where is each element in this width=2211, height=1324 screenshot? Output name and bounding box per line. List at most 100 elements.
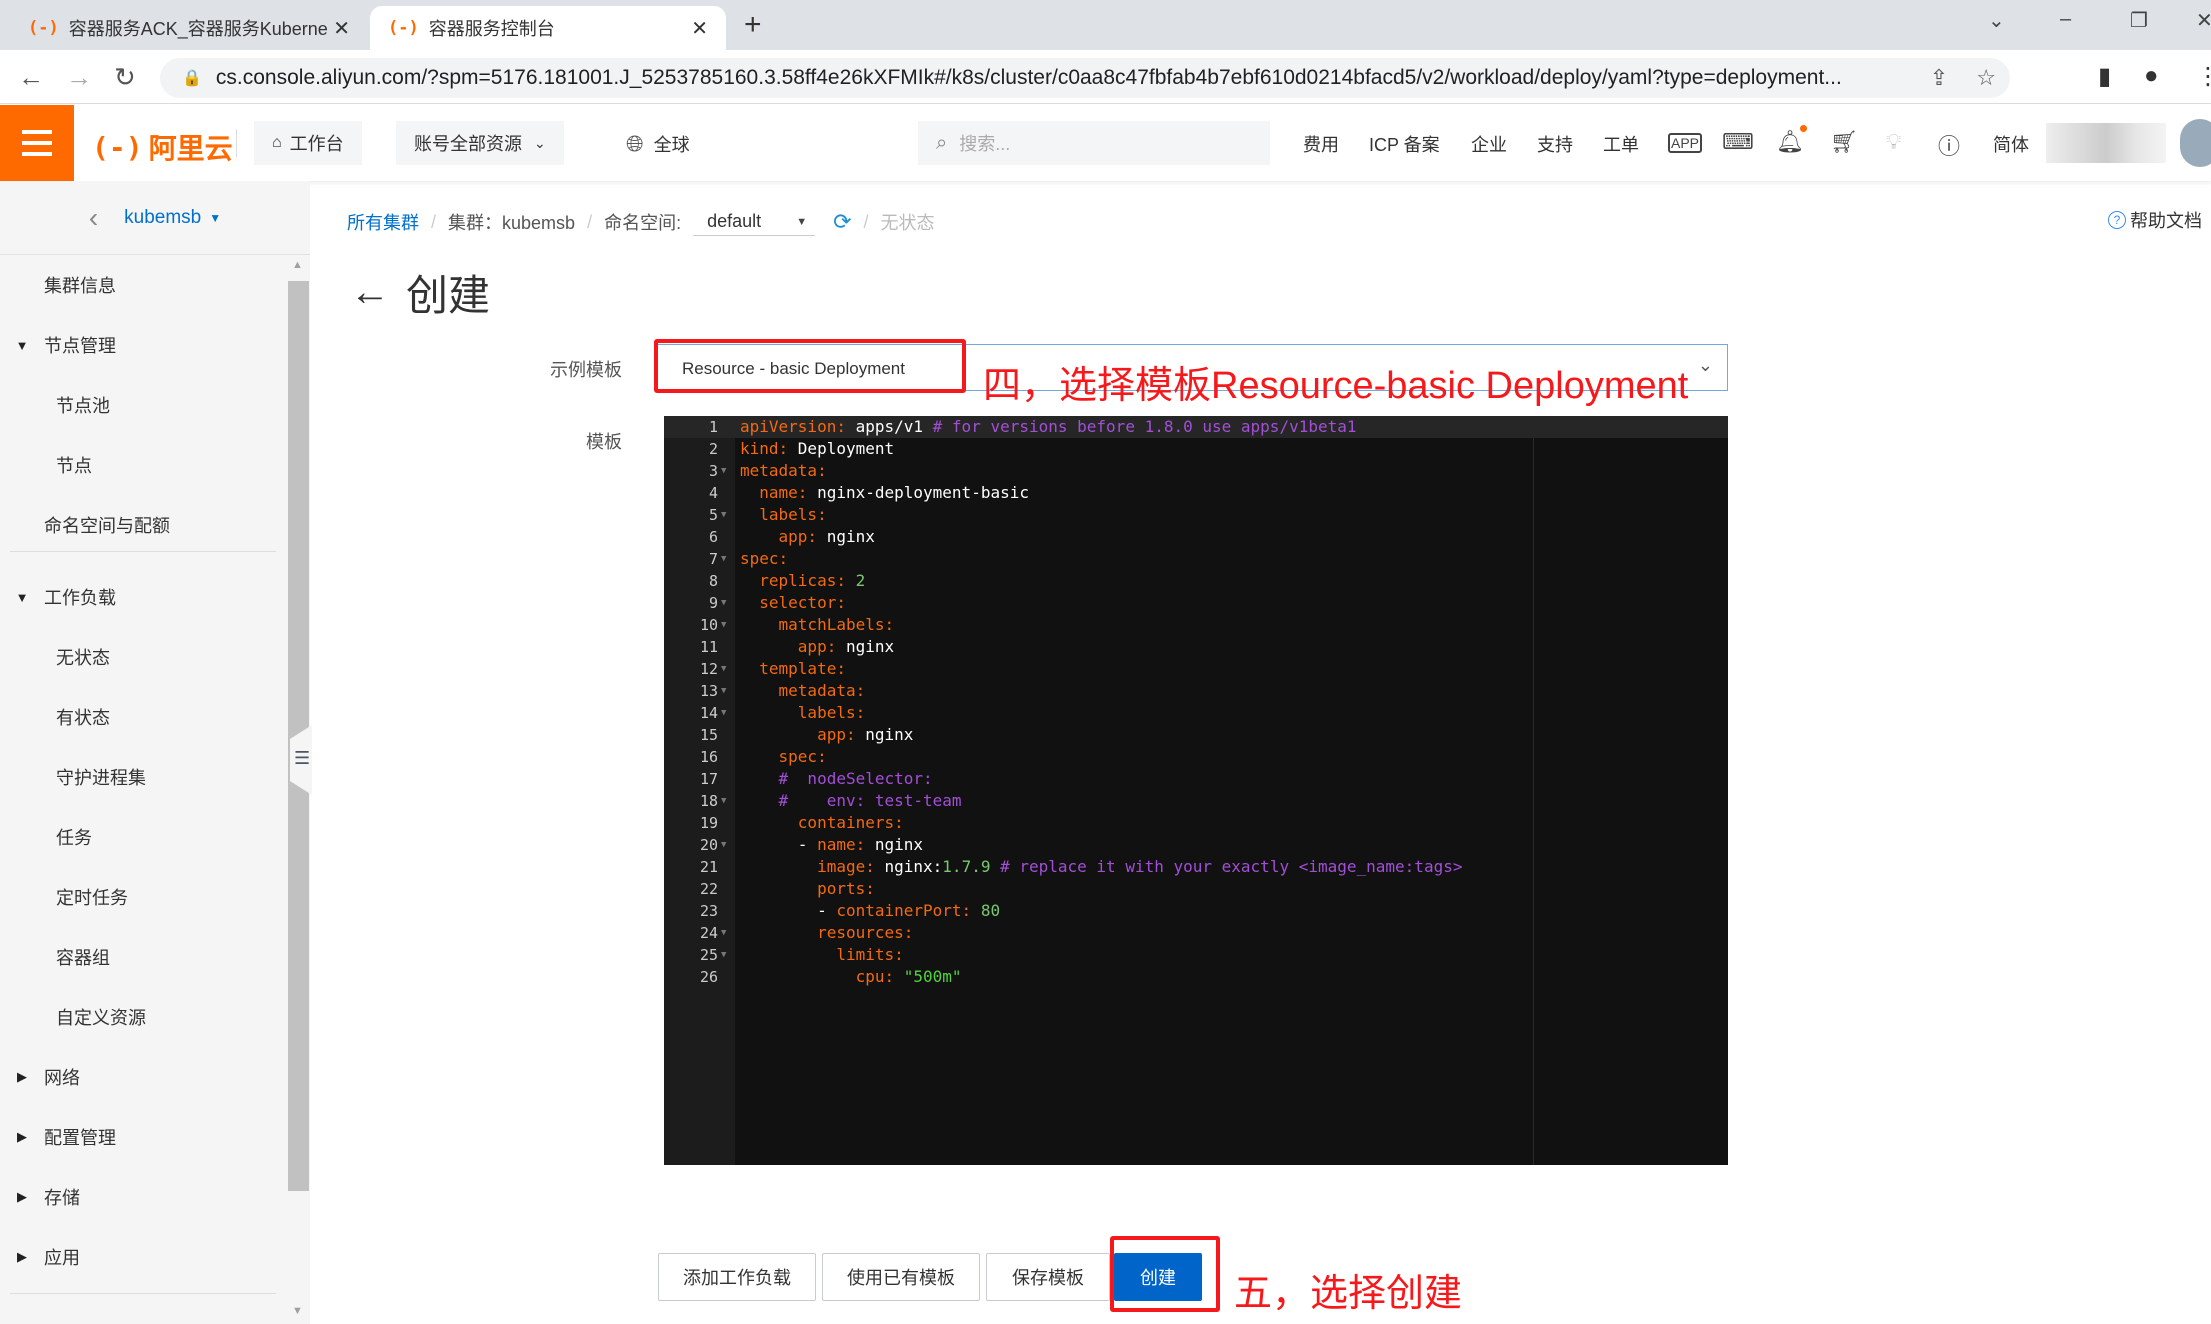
cart-icon[interactable]: 🛒︎	[1830, 129, 1858, 155]
region-selector[interactable]: 🌐︎ 全球	[626, 131, 690, 157]
sidebar-item[interactable]: ▶ 存储	[0, 1181, 80, 1213]
forward-icon[interactable]: →	[66, 62, 92, 93]
search-input[interactable]: ⌕ 搜索...	[918, 121, 1270, 165]
code-line[interactable]: 18 ▼ # env: test-team	[664, 790, 1728, 812]
yaml-editor[interactable]: 1 apiVersion: apps/v1 # for versions befo…	[664, 416, 1728, 1165]
profile-icon[interactable]: ●	[2144, 62, 2159, 90]
code-line[interactable]: 1 apiVersion: apps/v1 # for versions befo…	[664, 416, 1728, 438]
sidebar-item[interactable]: 节点池	[0, 389, 110, 421]
code-line[interactable]: 12 ▼ template:	[664, 658, 1728, 680]
code-line[interactable]: 3 ▼ metadata:	[664, 460, 1728, 482]
help-icon[interactable]: ⓘ	[1938, 129, 1960, 161]
sidebar-item[interactable]: 守护进程集	[0, 761, 146, 793]
avatar[interactable]	[2180, 119, 2211, 167]
account-resources-dropdown[interactable]: 账号全部资源 ⌄	[396, 121, 564, 165]
sidebar-item[interactable]: ▼ 工作负载	[0, 581, 116, 613]
fold-toggle-icon[interactable]: ▼	[721, 702, 726, 724]
lightbulb-icon[interactable]: 💡︎	[1886, 129, 1901, 155]
aliyun-logo[interactable]: (-) 阿里云	[92, 127, 233, 167]
code-line[interactable]: 26 cpu: "500m"	[664, 966, 1728, 988]
code-line[interactable]: 11 app: nginx	[664, 636, 1728, 658]
fold-toggle-icon[interactable]: ▼	[721, 658, 726, 680]
tab-search-icon[interactable]: ⌄	[1988, 8, 2005, 33]
breadcrumb-cluster[interactable]: 集群：kubemsb	[448, 209, 575, 235]
browser-tab-console[interactable]: (-) 容器服务控制台 ✕	[370, 6, 726, 50]
terminal-icon[interactable]: ⌨	[1722, 129, 1754, 155]
sidebar-item[interactable]: 任务	[0, 821, 92, 853]
code-line[interactable]: 6 app: nginx	[664, 526, 1728, 548]
fold-toggle-icon[interactable]: ▼	[721, 504, 726, 526]
code-line[interactable]: 8 replicas: 2	[664, 570, 1728, 592]
bookmark-star-icon[interactable]: ☆	[1976, 65, 1996, 91]
code-line[interactable]: 17 # nodeSelector:	[664, 768, 1728, 790]
code-line[interactable]: 13 ▼ metadata:	[664, 680, 1728, 702]
workbench-button[interactable]: ⌂ 工作台	[254, 121, 362, 165]
namespace-select[interactable]: default ▼	[693, 208, 816, 236]
fold-toggle-icon[interactable]: ▼	[721, 922, 726, 944]
sidebar-item[interactable]: 集群信息	[0, 269, 116, 301]
sidebar-item[interactable]: 无状态	[0, 641, 110, 673]
collapse-menu-icon[interactable]: ☰	[294, 748, 310, 769]
account-name-blurred[interactable]	[2046, 123, 2166, 163]
header-link-icp[interactable]: ICP 备案	[1369, 131, 1440, 157]
code-line[interactable]: 15 app: nginx	[664, 724, 1728, 746]
use-existing-template-button[interactable]: 使用已有模板	[822, 1253, 980, 1301]
share-icon[interactable]: ⇪	[1930, 65, 1948, 91]
back-arrow-icon[interactable]: ←	[350, 270, 390, 315]
fold-toggle-icon[interactable]: ▼	[721, 680, 726, 702]
code-line[interactable]: 7 ▼ spec:	[664, 548, 1728, 570]
sidebar-item[interactable]: 容器组	[0, 941, 110, 973]
browser-tab-ack[interactable]: (-) 容器服务ACK_容器服务Kubernetes ✕	[10, 6, 368, 50]
sidebar-item[interactable]: ▶ 网络	[0, 1061, 80, 1093]
code-line[interactable]: 25 ▼ limits:	[664, 944, 1728, 966]
header-link-tickets[interactable]: 工单	[1603, 131, 1639, 157]
sidebar-item[interactable]: 节点	[0, 449, 92, 481]
fold-toggle-icon[interactable]: ▼	[721, 592, 726, 614]
reload-icon[interactable]: ↻	[114, 62, 136, 93]
browser-menu-icon[interactable]: ⋮	[2196, 62, 2211, 91]
fold-toggle-icon[interactable]: ▼	[721, 834, 726, 856]
fold-toggle-icon[interactable]: ▼	[721, 614, 726, 636]
code-line[interactable]: 5 ▼ labels:	[664, 504, 1728, 526]
fold-toggle-icon[interactable]: ▼	[721, 944, 726, 966]
code-line[interactable]: 21 image: nginx:1.7.9 # replace it with …	[664, 856, 1728, 878]
close-tab-icon[interactable]: ✕	[691, 16, 708, 41]
sidebar-item[interactable]: ▶ 应用	[0, 1241, 80, 1273]
side-panel-icon[interactable]: ▮	[2098, 62, 2111, 91]
close-tab-icon[interactable]: ✕	[333, 16, 350, 41]
new-tab-button[interactable]: +	[744, 8, 762, 42]
app-icon[interactable]: APP	[1668, 133, 1703, 153]
header-link-support[interactable]: 支持	[1537, 131, 1573, 157]
address-bar[interactable]: 🔒 cs.console.aliyun.com/?spm=5176.181001…	[160, 58, 2010, 98]
code-line[interactable]: 23 - containerPort: 80	[664, 900, 1728, 922]
menu-icon[interactable]	[0, 105, 74, 181]
help-docs-link[interactable]: ? 帮助文档	[2108, 207, 2202, 233]
header-link-fees[interactable]: 费用	[1303, 131, 1339, 157]
chevron-left-icon[interactable]: ‹	[89, 202, 98, 234]
code-line[interactable]: 20 ▼ - name: nginx	[664, 834, 1728, 856]
cluster-switcher[interactable]: ‹ kubemsb ▼	[0, 181, 310, 255]
code-line[interactable]: 24 ▼ resources:	[664, 922, 1728, 944]
sidebar-item[interactable]: ▼ 节点管理	[0, 329, 116, 361]
code-line[interactable]: 2 kind: Deployment	[664, 438, 1728, 460]
sidebar-item[interactable]: 自定义资源	[0, 1001, 146, 1033]
fold-toggle-icon[interactable]: ▼	[721, 548, 726, 570]
sidebar-item[interactable]: 有状态	[0, 701, 110, 733]
sidebar-item[interactable]: ▶ 配置管理	[0, 1121, 116, 1153]
fold-toggle-icon[interactable]: ▼	[721, 460, 726, 482]
add-workload-button[interactable]: 添加工作负载	[658, 1253, 816, 1301]
code-line[interactable]: 22 ports:	[664, 878, 1728, 900]
code-line[interactable]: 9 ▼ selector:	[664, 592, 1728, 614]
sidebar-item[interactable]: 定时任务	[0, 881, 128, 913]
code-line[interactable]: 16 spec:	[664, 746, 1728, 768]
code-line[interactable]: 19 containers:	[664, 812, 1728, 834]
refresh-icon[interactable]: ⟳	[833, 209, 851, 235]
save-template-button[interactable]: 保存模板	[986, 1253, 1110, 1301]
restore-icon[interactable]: ❐	[2130, 8, 2148, 33]
minimize-icon[interactable]: –	[2060, 8, 2071, 31]
code-line[interactable]: 4 name: nginx-deployment-basic	[664, 482, 1728, 504]
language-switch[interactable]: 简体	[1993, 131, 2029, 157]
code-line[interactable]: 10 ▼ matchLabels:	[664, 614, 1728, 636]
sidebar-item[interactable]: 命名空间与配额	[0, 509, 170, 541]
scroll-up-icon[interactable]: ▲	[292, 259, 303, 271]
